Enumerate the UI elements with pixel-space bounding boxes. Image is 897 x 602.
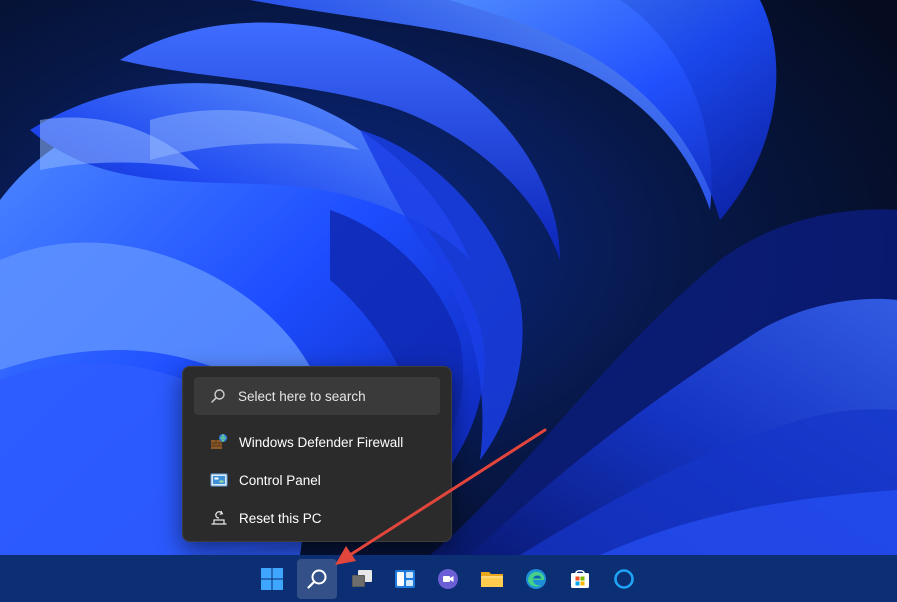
cortana-button[interactable] xyxy=(604,559,644,599)
result-reset-this-pc[interactable]: Reset this PC xyxy=(194,503,440,533)
widgets-button[interactable] xyxy=(385,559,425,599)
teams-chat-icon xyxy=(436,567,460,591)
control-panel-icon xyxy=(210,471,228,489)
widgets-icon xyxy=(393,567,417,591)
task-view-button[interactable] xyxy=(342,559,382,599)
result-label: Reset this PC xyxy=(239,510,322,526)
cortana-icon xyxy=(612,567,636,591)
result-windows-defender-firewall[interactable]: Windows Defender Firewall xyxy=(194,427,440,457)
folder-icon xyxy=(480,567,504,591)
search-flyout: Windows Defender Firewall Control Panel … xyxy=(182,366,452,542)
task-view-icon xyxy=(350,567,374,591)
result-label: Control Panel xyxy=(239,472,321,488)
search-box[interactable] xyxy=(194,377,440,415)
search-button[interactable] xyxy=(297,559,337,599)
store-icon xyxy=(568,567,592,591)
search-icon xyxy=(305,567,329,591)
file-explorer-button[interactable] xyxy=(472,559,512,599)
teams-chat-button[interactable] xyxy=(428,559,468,599)
start-button[interactable] xyxy=(252,559,292,599)
firewall-icon xyxy=(210,433,228,451)
windows-logo-icon xyxy=(260,567,284,591)
result-label: Windows Defender Firewall xyxy=(239,434,404,450)
reset-pc-icon xyxy=(210,509,228,527)
edge-button[interactable] xyxy=(516,559,556,599)
search-icon xyxy=(210,388,226,404)
microsoft-store-button[interactable] xyxy=(560,559,600,599)
taskbar xyxy=(0,555,897,602)
edge-icon xyxy=(524,567,548,591)
search-input[interactable] xyxy=(238,388,428,404)
result-control-panel[interactable]: Control Panel xyxy=(194,465,440,495)
